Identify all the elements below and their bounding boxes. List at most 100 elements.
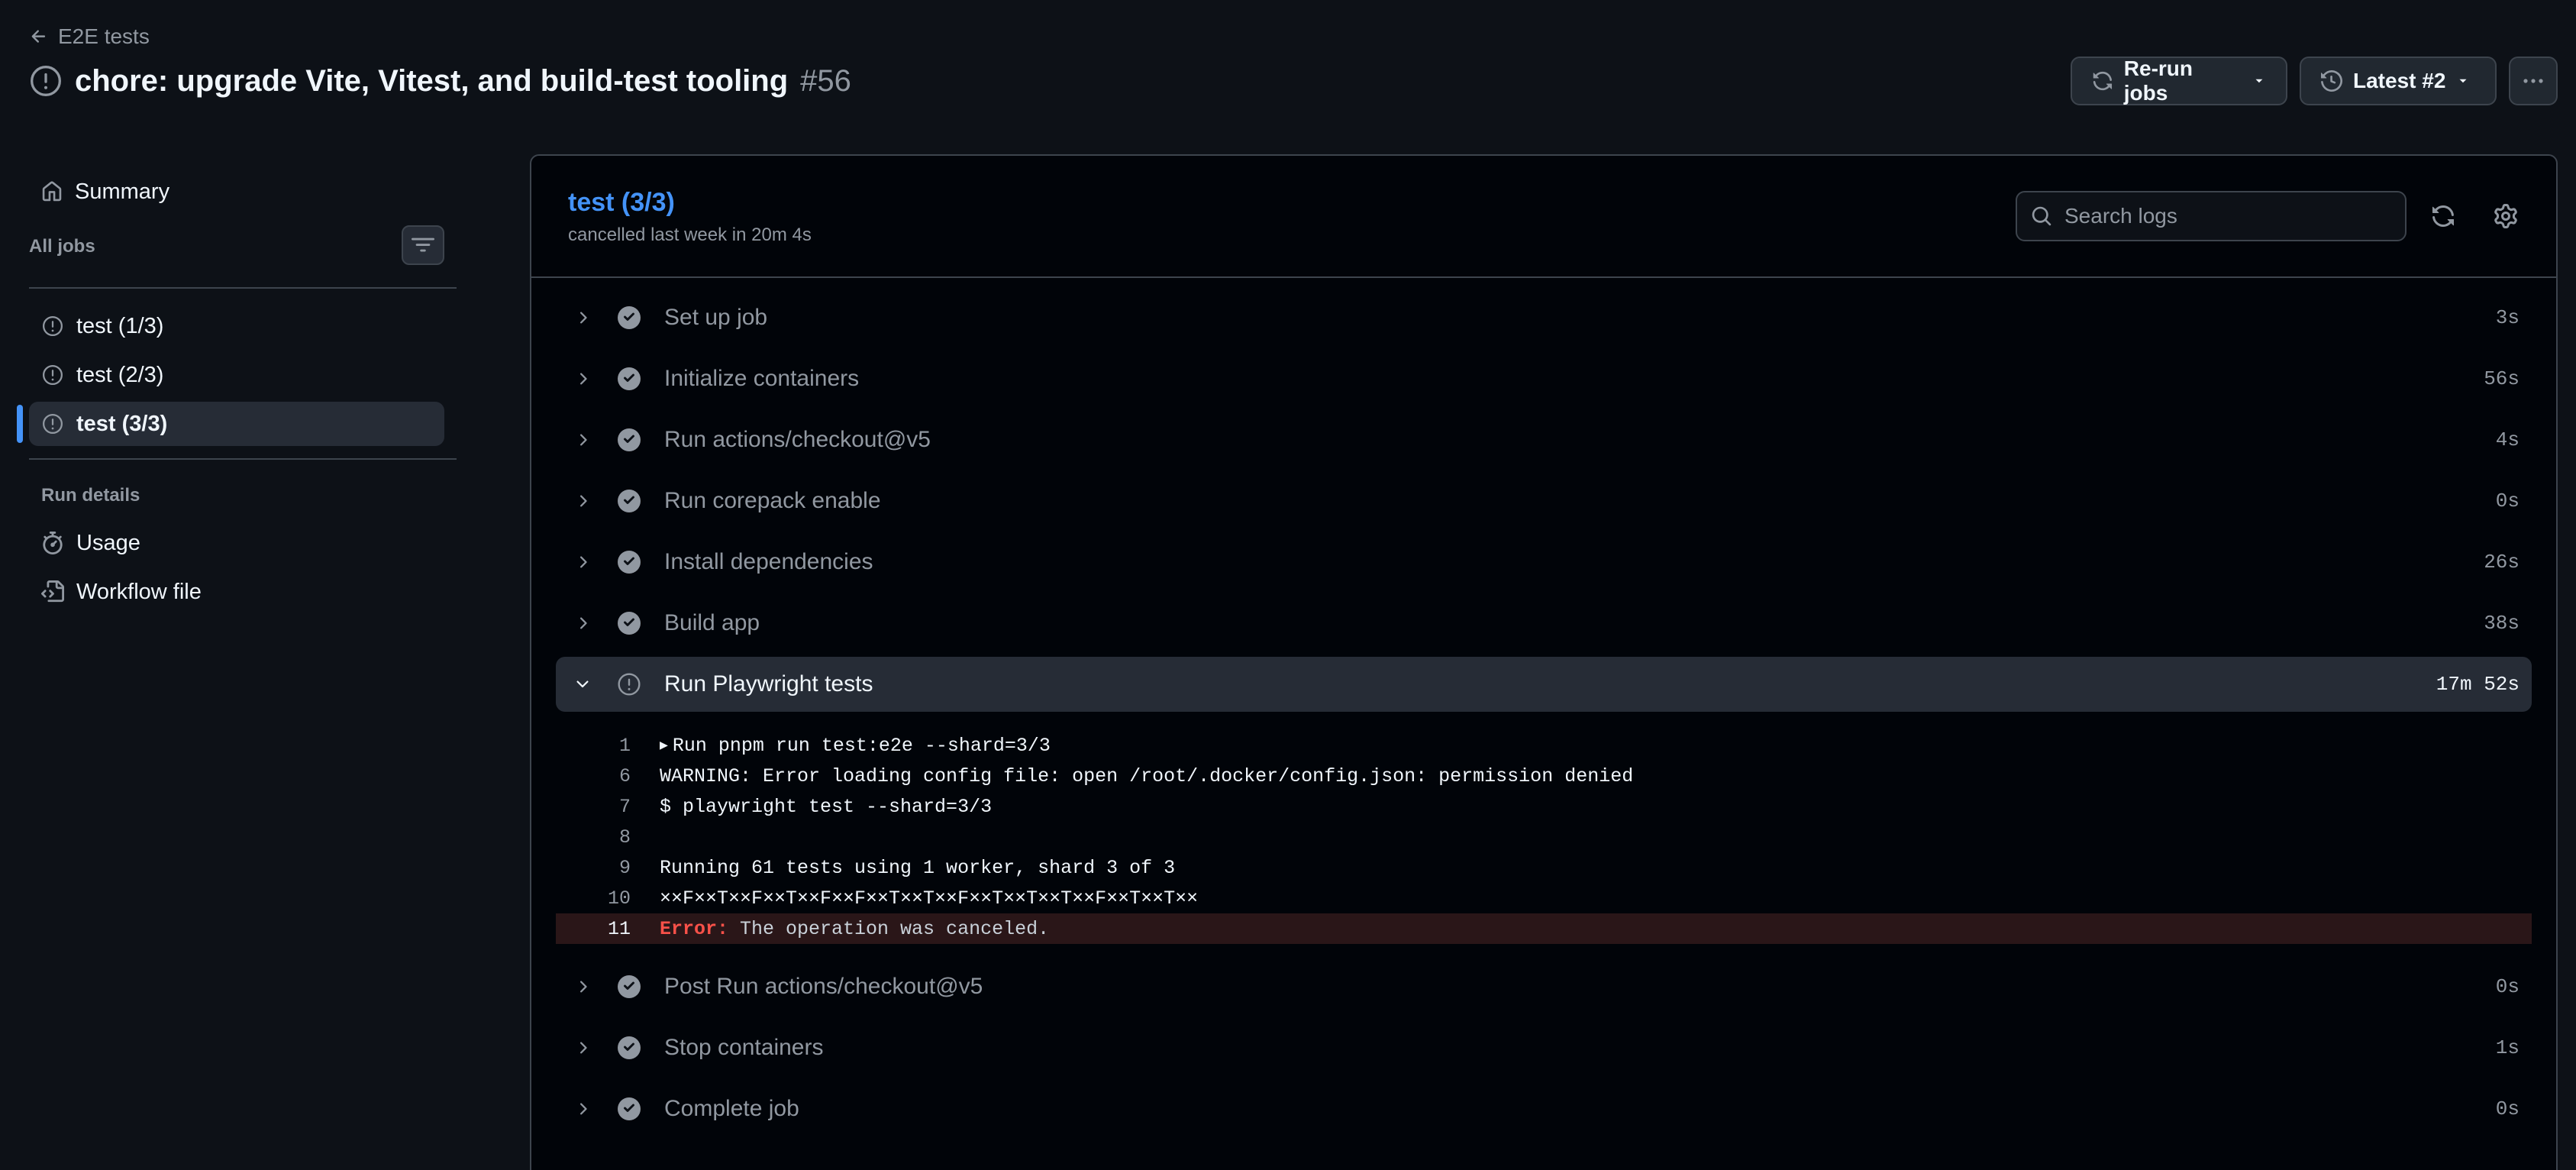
step-status <box>609 305 649 330</box>
log-step-row[interactable]: Set up job 3s <box>556 290 2532 345</box>
rerun-jobs-label: Re-run jobs <box>2123 57 2193 105</box>
alert-circle-icon <box>43 365 63 385</box>
chevron-right-icon <box>580 495 587 507</box>
step-toggle[interactable] <box>556 978 609 996</box>
sidebar-item-summary[interactable]: Summary <box>29 170 444 214</box>
step-status <box>609 489 649 513</box>
log-step-row[interactable]: Build app 38s <box>556 596 2532 651</box>
sidebar-job-item[interactable]: test (2/3) <box>29 353 444 397</box>
page-title-row: chore: upgrade Vite, Vitest, and build-t… <box>29 60 851 102</box>
chevron-right-icon <box>580 312 587 324</box>
step-name: Post Run actions/checkout@v5 <box>664 974 983 999</box>
step-name: Initialize containers <box>664 366 860 391</box>
step-name: Set up job <box>664 305 768 330</box>
step-toggle[interactable] <box>556 370 609 388</box>
log-line-number[interactable]: 6 <box>556 765 631 787</box>
check-circle-fill-icon <box>618 428 641 451</box>
sidebar-item-usage[interactable]: Usage <box>29 521 444 565</box>
step-name: Complete job <box>664 1096 799 1121</box>
chevron-right-icon <box>580 373 587 385</box>
rerun-jobs-button[interactable]: Re-run jobs <box>2071 57 2287 105</box>
step-status <box>609 974 649 999</box>
log-line: 9 Running 61 tests using 1 worker, shard … <box>556 852 2532 883</box>
sidebar-job-item-active[interactable]: test (3/3) <box>29 402 444 446</box>
check-circle-fill-icon <box>618 975 641 998</box>
step-status <box>609 1036 649 1060</box>
log-text: Run pnpm run test:e2e --shard=3/3 <box>672 734 1051 757</box>
refresh-logs-button[interactable] <box>2423 196 2463 236</box>
page-title: chore: upgrade Vite, Vitest, and build-t… <box>75 63 789 98</box>
back-link[interactable]: E2E tests <box>29 23 150 50</box>
log-step-row[interactable]: Run Playwright tests 17m 52s <box>556 657 2532 712</box>
log-step-row[interactable]: Run actions/checkout@v5 4s <box>556 412 2532 467</box>
log-line-number[interactable]: 10 <box>556 887 631 910</box>
run-number: #56 <box>800 63 851 98</box>
log-line: 6 WARNING: Error loading config file: ope… <box>556 761 2532 791</box>
step-duration: 0s <box>2495 1097 2520 1120</box>
log-line-text: Error: The operation was canceled. <box>631 918 1049 940</box>
log-settings-button[interactable] <box>2486 196 2526 236</box>
step-toggle[interactable] <box>556 309 609 327</box>
log-step-row[interactable]: Complete job 0s <box>556 1081 2532 1136</box>
check-circle-fill-icon <box>618 306 641 329</box>
step-name: Run actions/checkout@v5 <box>664 427 931 452</box>
step-toggle[interactable] <box>556 492 609 510</box>
step-toggle[interactable] <box>556 614 609 632</box>
log-line: 1 ▶ Run pnpm run test:e2e --shard=3/3 <box>556 730 2532 761</box>
sidebar-divider <box>29 287 457 289</box>
log-line-number[interactable]: 11 <box>556 918 631 940</box>
filter-icon <box>412 238 434 252</box>
expand-group-icon[interactable]: ▶ <box>660 737 668 754</box>
step-toggle[interactable] <box>556 1100 609 1118</box>
log-line-number[interactable]: 1 <box>556 735 631 757</box>
more-options-button[interactable] <box>2509 57 2558 105</box>
job-subtitle: cancelled last week in 20m 4s <box>568 225 812 245</box>
kebab-horizontal-icon <box>2523 79 2543 83</box>
alert-circle-icon <box>618 673 641 696</box>
alert-circle-icon <box>31 66 61 96</box>
log-line: 8 <box>556 822 2532 852</box>
log-step-row[interactable]: Stop containers 1s <box>556 1020 2532 1075</box>
sidebar-item-summary-label: Summary <box>75 179 170 204</box>
log-line-text: ▶ Run pnpm run test:e2e --shard=3/3 <box>631 735 1051 757</box>
log-line-number[interactable]: 9 <box>556 857 631 879</box>
log-step-row[interactable]: Run corepack enable 0s <box>556 473 2532 528</box>
step-status <box>609 611 649 635</box>
step-status <box>609 367 649 391</box>
log-line-number[interactable]: 7 <box>556 796 631 818</box>
step-toggle[interactable] <box>556 675 609 693</box>
step-toggle[interactable] <box>556 431 609 449</box>
log-step-row[interactable]: Initialize containers 56s <box>556 351 2532 406</box>
log-text: Running 61 tests using 1 worker, shard 3… <box>660 856 1176 879</box>
latest-attempt-button[interactable]: Latest #2 <box>2300 57 2497 105</box>
check-circle-fill-icon <box>618 367 641 390</box>
log-line-number[interactable]: 8 <box>556 826 631 848</box>
sync-icon <box>2093 71 2113 91</box>
history-icon <box>2321 70 2342 92</box>
log-step-row[interactable]: Post Run actions/checkout@v5 0s <box>556 959 2532 1014</box>
caret-down-icon <box>2255 79 2263 83</box>
check-circle-fill-icon <box>618 490 641 512</box>
log-line-text: ××F××T××F××T××F××F××T××T××F××T××T××T××F×… <box>631 887 1198 910</box>
step-name: Install dependencies <box>664 549 873 574</box>
log-step-row[interactable]: Install dependencies 26s <box>556 535 2532 590</box>
active-job-indicator <box>17 405 23 443</box>
search-logs-field[interactable] <box>2016 191 2407 241</box>
log-line-text: WARNING: Error loading config file: open… <box>631 765 1633 787</box>
chevron-right-icon <box>580 1103 587 1115</box>
check-circle-fill-icon <box>618 1097 641 1120</box>
log-text: ××F××T××F××T××F××F××T××T××F××T××T××T××F×… <box>660 887 1199 910</box>
job-title[interactable]: test (3/3) <box>568 188 675 218</box>
log-line: 10 ××F××T××F××T××F××F××T××T××F××T××T××T××… <box>556 883 2532 913</box>
step-toggle[interactable] <box>556 553 609 571</box>
search-logs-input[interactable] <box>2064 204 2385 228</box>
step-toggle[interactable] <box>556 1039 609 1057</box>
step-duration: 56s <box>2484 367 2520 390</box>
filter-jobs-button[interactable] <box>402 225 444 265</box>
step-name: Stop containers <box>664 1035 824 1060</box>
step-name: Run Playwright tests <box>664 671 873 697</box>
alert-circle-icon <box>43 414 63 434</box>
sidebar-job-item[interactable]: test (1/3) <box>29 304 444 348</box>
sidebar-item-workflow-file[interactable]: Workflow file <box>29 570 444 614</box>
chevron-down-icon <box>576 680 589 688</box>
